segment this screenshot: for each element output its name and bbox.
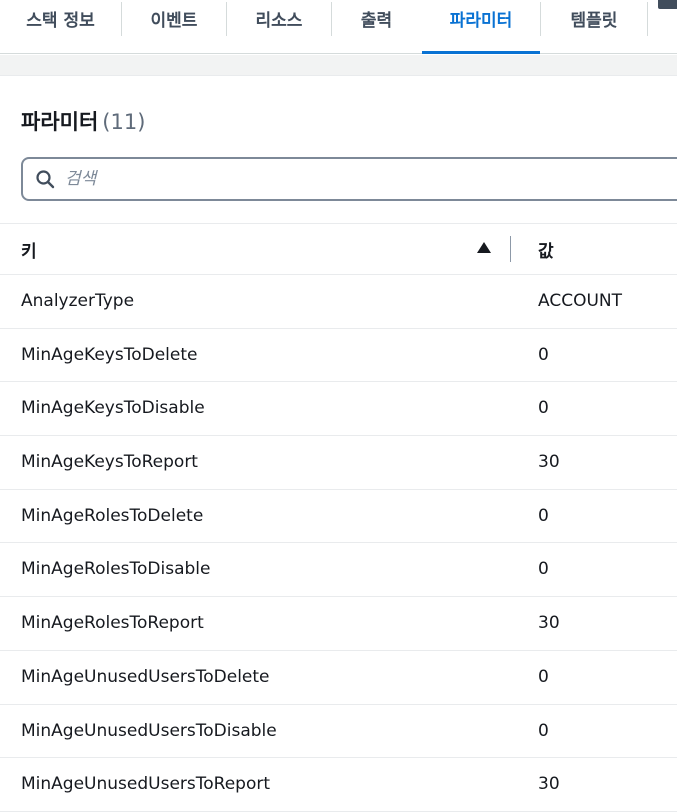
table-row: MinAgeKeysToDisable 0	[0, 382, 677, 437]
tab-outputs[interactable]: 출력	[332, 0, 421, 53]
column-header-value[interactable]: 값	[538, 237, 554, 262]
cell-key: MinAgeRolesToReport	[21, 613, 204, 634]
tab-label: 이벤트	[150, 11, 198, 31]
cell-key: MinAgeUnusedUsersToDisable	[21, 720, 277, 741]
tab-events[interactable]: 이벤트	[122, 0, 226, 53]
column-header-key[interactable]: 키	[21, 237, 37, 262]
tab-overflow[interactable]	[656, 0, 677, 40]
cell-value: 0	[538, 720, 549, 741]
tab-stack-info[interactable]: 스택 정보	[0, 0, 121, 53]
tab-overflow-icon	[658, 0, 677, 9]
panel-title-text: 파라미터	[21, 110, 99, 134]
table-body: AnalyzerType ACCOUNT MinAgeKeysToDelete …	[0, 275, 677, 812]
column-resize-handle[interactable]	[510, 236, 511, 262]
search-input[interactable]	[65, 159, 665, 199]
tab-bar: 스택 정보 이벤트 리소스 출력 파라미터 템플릿	[0, 0, 677, 54]
cell-key: MinAgeKeysToReport	[21, 452, 198, 473]
table-row: MinAgeUnusedUsersToDisable 0	[0, 705, 677, 759]
cell-value: 0	[538, 398, 549, 419]
tab-label: 출력	[360, 11, 393, 31]
table-row: MinAgeRolesToDelete 0	[0, 490, 677, 544]
cell-value: 30	[538, 774, 560, 795]
tab-label: 템플릿	[570, 11, 618, 31]
tab-resources[interactable]: 리소스	[227, 0, 331, 53]
search-box	[21, 157, 677, 201]
table-header: 키 값	[0, 223, 677, 275]
parameters-panel: 파라미터(11) 키 값 AnalyzerType ACCOUNT MinAge…	[0, 75, 677, 812]
cell-key: MinAgeUnusedUsersToDelete	[21, 666, 270, 687]
cell-value: ACCOUNT	[538, 291, 622, 311]
cell-value: 30	[538, 452, 560, 473]
cell-key: MinAgeKeysToDisable	[21, 398, 205, 419]
cell-value: 0	[538, 344, 549, 365]
cell-key: AnalyzerType	[21, 291, 135, 311]
table-row: MinAgeUnusedUsersToDelete 0	[0, 651, 677, 705]
search-icon	[36, 170, 55, 189]
cell-value: 0	[538, 666, 549, 687]
parameter-count: (11)	[102, 110, 146, 134]
cell-value: 0	[538, 559, 549, 580]
table-row: MinAgeRolesToReport 30	[0, 597, 677, 651]
cell-key: MinAgeRolesToDelete	[21, 505, 204, 526]
tab-label: 파라미터	[449, 11, 513, 31]
table-row: MinAgeUnusedUsersToReport 30	[0, 758, 677, 812]
cell-value: 0	[538, 505, 549, 526]
table-row: MinAgeKeysToReport 30	[0, 436, 677, 490]
tab-separator	[647, 2, 648, 36]
tab-parameters[interactable]: 파라미터	[422, 0, 540, 54]
cell-key: MinAgeRolesToDisable	[21, 559, 211, 580]
section-gap	[0, 55, 677, 75]
cell-key: MinAgeUnusedUsersToReport	[21, 774, 270, 795]
cell-key: MinAgeKeysToDelete	[21, 344, 198, 365]
sort-ascending-icon[interactable]	[477, 242, 491, 253]
table-row: MinAgeKeysToDelete 0	[0, 329, 677, 383]
table-row: MinAgeRolesToDisable 0	[0, 543, 677, 598]
table-row: AnalyzerType ACCOUNT	[0, 275, 677, 329]
cell-value: 30	[538, 613, 560, 634]
tab-template[interactable]: 템플릿	[541, 0, 647, 53]
panel-title: 파라미터 (11)	[21, 106, 145, 136]
tab-label: 리소스	[255, 11, 303, 31]
tab-label: 스택 정보	[26, 11, 95, 31]
